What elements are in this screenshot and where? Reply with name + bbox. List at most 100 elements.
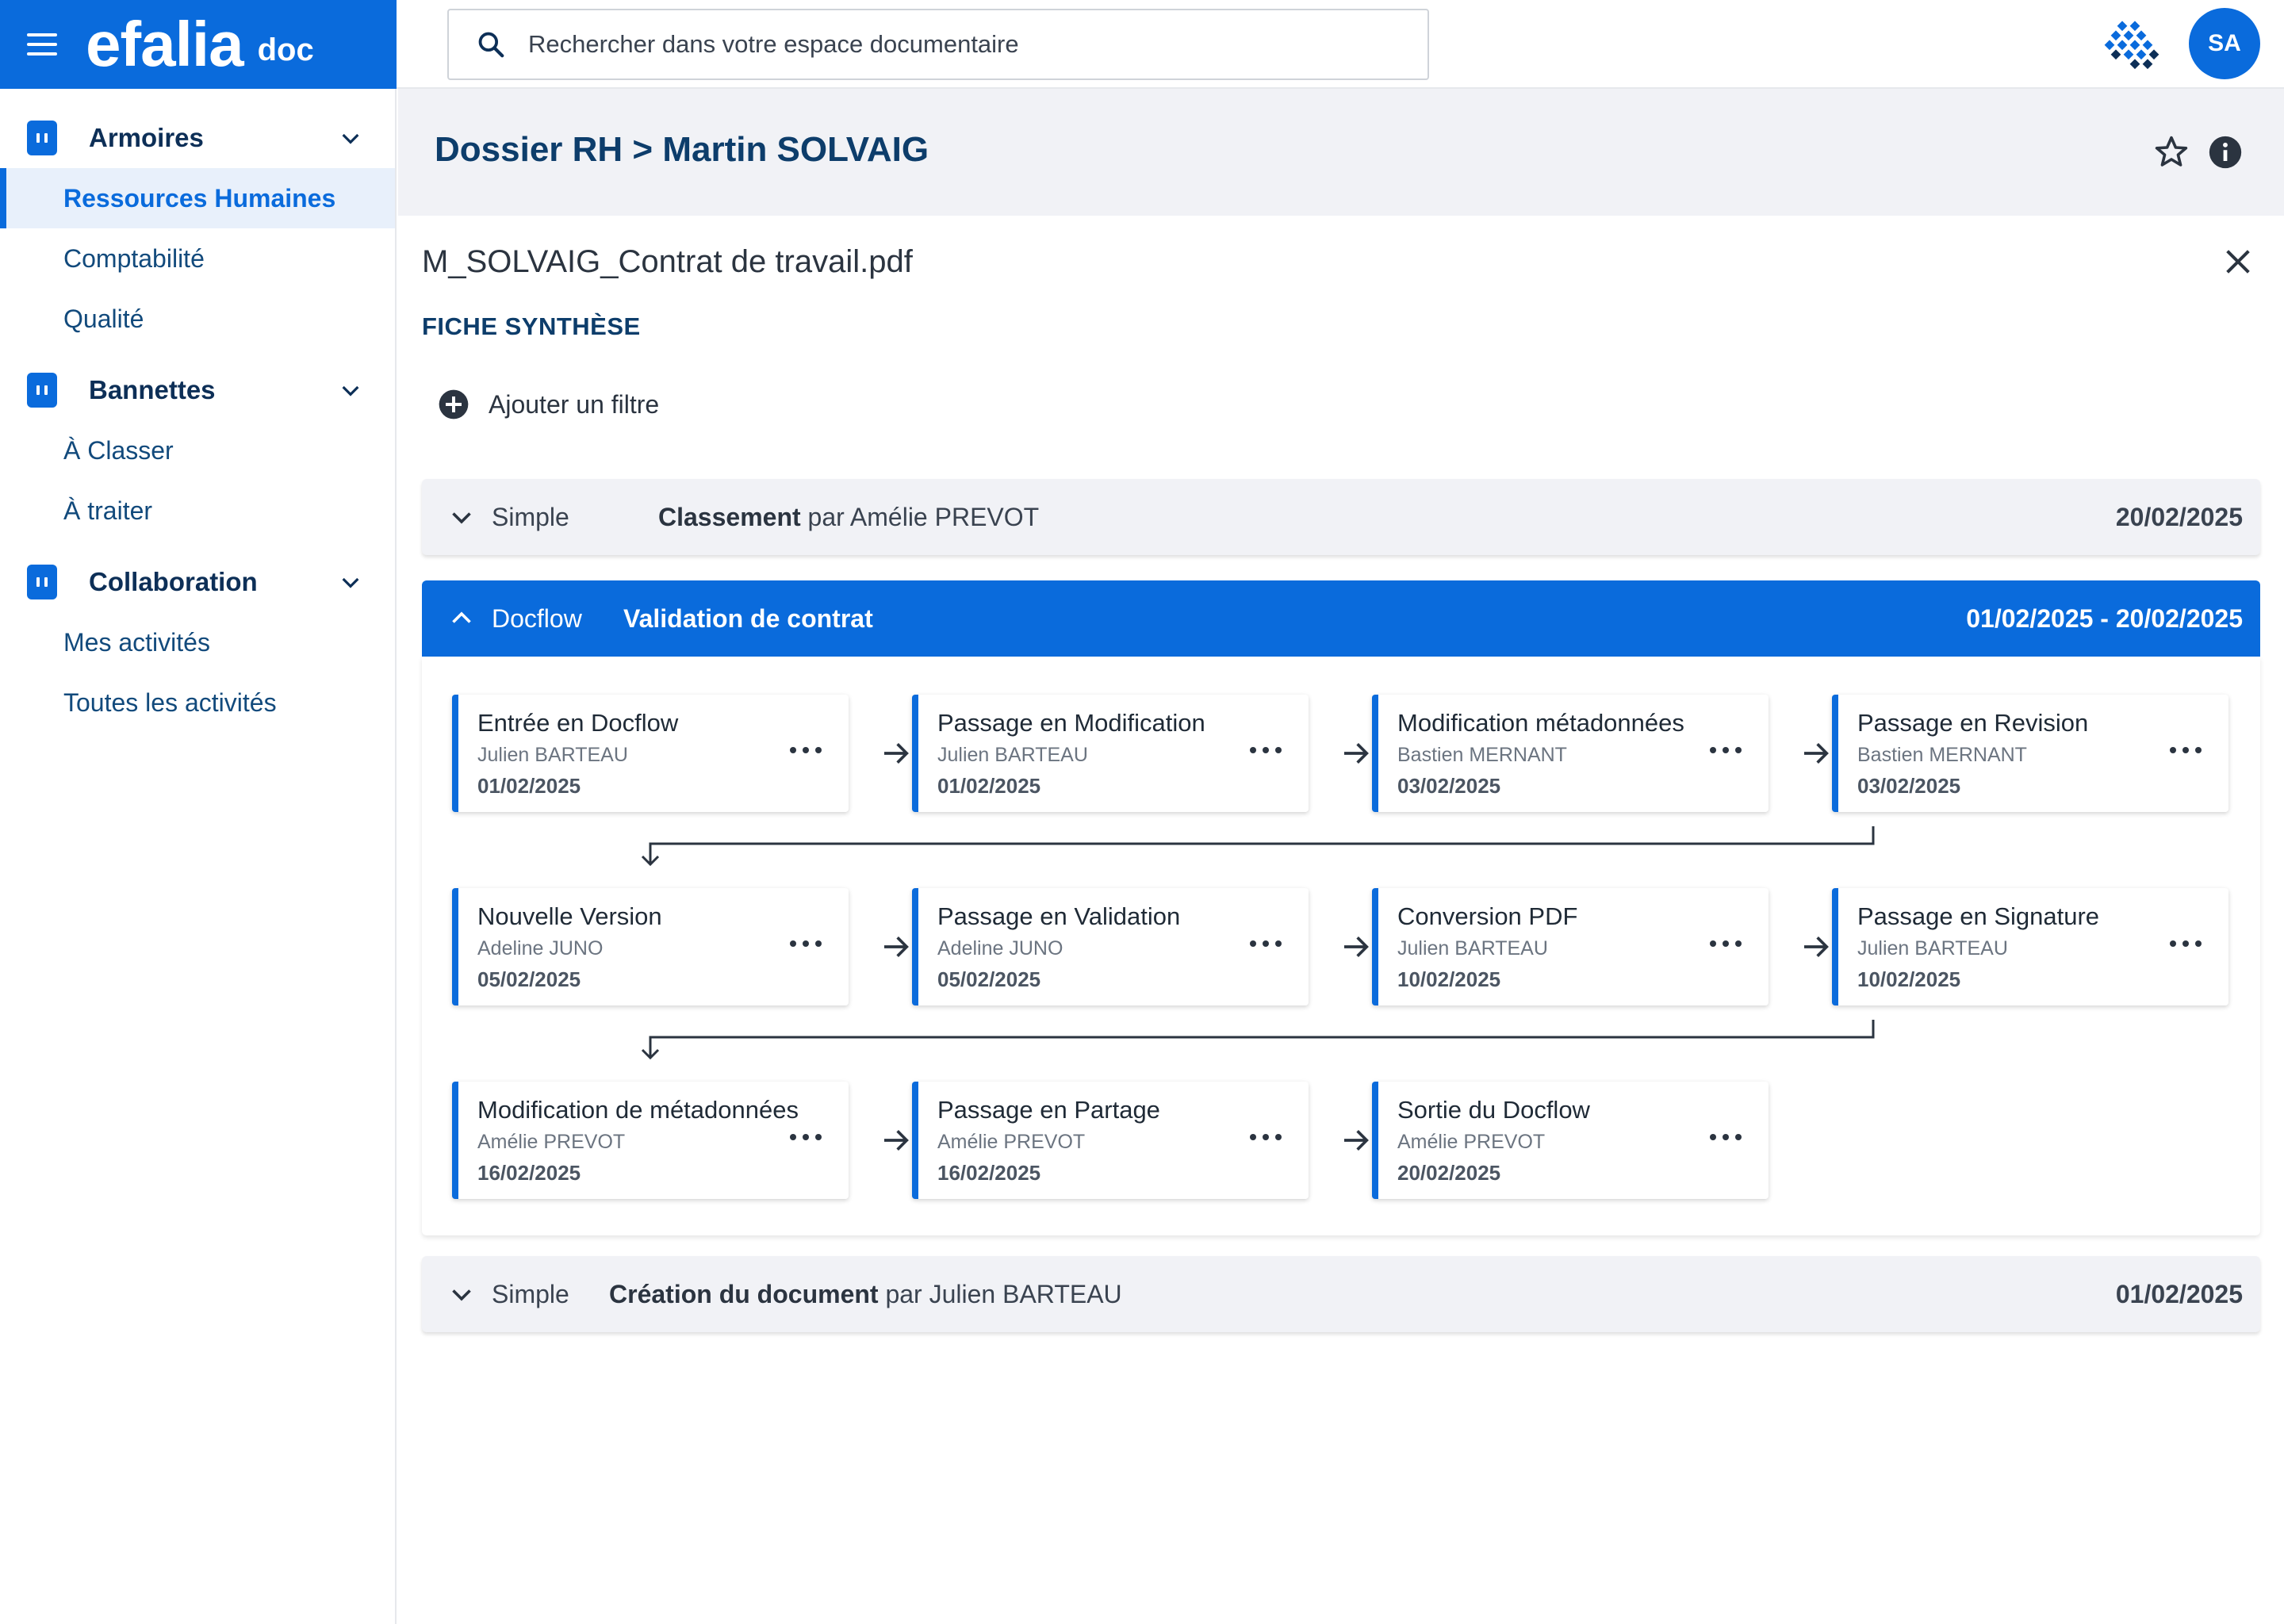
- step-title: Passage en Signature: [1857, 902, 2100, 930]
- more-options-icon[interactable]: [1250, 742, 1282, 758]
- close-icon[interactable]: [2222, 246, 2254, 278]
- more-options-icon[interactable]: [1710, 936, 1742, 952]
- entry-type: Docflow: [492, 603, 582, 633]
- add-filter-label: Ajouter un filtre: [489, 389, 660, 419]
- entry-action: Classement: [658, 502, 801, 531]
- timeline-entry-header[interactable]: Simple Classement par Amélie PREVOT 20/0…: [422, 479, 2260, 555]
- timeline-entry-header[interactable]: Simple Création du document par Julien B…: [422, 1256, 2260, 1332]
- chevron-down-icon[interactable]: [338, 569, 363, 595]
- step-date: 16/02/2025: [477, 1161, 581, 1185]
- step-date: 03/02/2025: [1397, 774, 1501, 798]
- timeline-entry: Simple Classement par Amélie PREVOT 20/0…: [422, 479, 2260, 555]
- page-header: Dossier RH > Martin SOLVAIG: [398, 89, 2284, 216]
- star-icon[interactable]: [2152, 133, 2190, 171]
- sidebar-item-ressources-humaines[interactable]: Ressources Humaines: [0, 168, 395, 228]
- search-icon: [478, 32, 504, 58]
- app-logo-suffix: doc: [257, 32, 314, 67]
- docflow-step-card[interactable]: Conversion PDF Julien BARTEAU 10/02/2025: [1372, 888, 1769, 1005]
- sidebar-item-qualite[interactable]: Qualité: [0, 289, 395, 349]
- more-options-icon[interactable]: [1250, 1129, 1282, 1145]
- entry-date: 20/02/2025: [2115, 502, 2243, 531]
- more-options-icon[interactable]: [1250, 936, 1282, 952]
- entry-description: Classement par Amélie PREVOT: [658, 503, 1039, 532]
- top-bar: SA: [397, 0, 2284, 89]
- sidebar-section-title: Collaboration: [89, 567, 258, 596]
- docflow-step-card[interactable]: Modification de métadonnées Amélie PREVOT…: [452, 1082, 849, 1199]
- docflow-step-card[interactable]: Passage en Partage Amélie PREVOT 16/02/202…: [912, 1082, 1309, 1199]
- timeline-entry-header[interactable]: Docflow Validation de contrat 01/02/2025…: [422, 580, 2260, 657]
- section-title: FICHE SYNTHÈSE: [422, 312, 641, 340]
- docflow-step-card[interactable]: Sortie du Docflow Amélie PREVOT 20/02/2025: [1372, 1082, 1769, 1199]
- search-input[interactable]: [527, 29, 1399, 59]
- breadcrumb[interactable]: Dossier RH > Martin SOLVAIG: [435, 130, 929, 170]
- docflow-step-card[interactable]: Nouvelle Version Adeline JUNO 05/02/2025: [452, 888, 849, 1005]
- step-title: Passage en Validation: [937, 902, 1181, 930]
- docflow-step-card[interactable]: Entrée en Docflow Julien BARTEAU 01/02/202…: [452, 695, 849, 812]
- arrow-right-icon: [884, 1130, 909, 1151]
- step-title: Passage en Revision: [1857, 709, 2089, 737]
- docflow-step-card[interactable]: Passage en Signature Julien BARTEAU 10/02/…: [1832, 888, 2228, 1005]
- step-date: 05/02/2025: [937, 967, 1041, 991]
- step-date: 01/02/2025: [477, 774, 581, 798]
- step-date: 10/02/2025: [1397, 967, 1501, 991]
- add-filter-button[interactable]: Ajouter un filtre: [438, 389, 659, 420]
- arrow-right-icon: [1804, 936, 1829, 957]
- sidebar-item-a-traiter[interactable]: À traiter: [0, 481, 395, 541]
- more-options-icon[interactable]: [1710, 742, 1742, 758]
- sidebar-section-armoires[interactable]: Armoires: [0, 108, 395, 168]
- docflow-step-card[interactable]: Modification métadonnées Bastien MERNANT 0…: [1372, 695, 1769, 812]
- timeline-entry-docflow: Docflow Validation de contrat 01/02/2025…: [422, 580, 2260, 1235]
- sidebar-item-comptabilite[interactable]: Comptabilité: [0, 228, 395, 289]
- timeline-entry: Simple Création du document par Julien B…: [422, 1256, 2260, 1332]
- search-box[interactable]: [447, 9, 1429, 80]
- step-title: Passage en Modification: [937, 709, 1205, 737]
- step-date: 01/02/2025: [937, 774, 1041, 798]
- entry-description: Création du document par Julien BARTEAU: [609, 1280, 1122, 1309]
- docflow-step-card[interactable]: Passage en Validation Adeline JUNO 05/02/2…: [912, 888, 1309, 1005]
- cabinet-icon: [27, 565, 57, 599]
- more-options-icon[interactable]: [790, 742, 822, 758]
- arrow-right-icon: [884, 743, 909, 764]
- step-date: 03/02/2025: [1857, 774, 1961, 798]
- sidebar-section-bannettes[interactable]: Bannettes: [0, 360, 395, 420]
- user-avatar[interactable]: SA: [2189, 8, 2260, 79]
- chevron-down-icon[interactable]: [338, 377, 363, 403]
- more-options-icon[interactable]: [2170, 936, 2202, 952]
- chevron-down-icon[interactable]: [447, 503, 476, 531]
- more-options-icon[interactable]: [790, 936, 822, 952]
- more-options-icon[interactable]: [2170, 742, 2202, 758]
- sidebar-section-title: Bannettes: [89, 375, 216, 404]
- menu-icon[interactable]: [27, 33, 57, 56]
- main-content: Dossier RH > Martin SOLVAIG M_SOLVAIG_Co…: [398, 89, 2284, 1624]
- chevron-up-icon[interactable]: [447, 604, 476, 633]
- docflow-steps: Entrée en Docflow Julien BARTEAU 01/02/202…: [422, 657, 2260, 1235]
- info-icon[interactable]: [2208, 135, 2243, 170]
- step-title: Passage en Partage: [937, 1096, 1160, 1124]
- cabinet-icon: [27, 373, 57, 408]
- more-options-icon[interactable]: [1710, 1129, 1742, 1145]
- add-circle-icon: [439, 389, 469, 419]
- arrow-right-icon: [884, 936, 909, 957]
- step-date: 10/02/2025: [1857, 967, 1961, 991]
- docflow-step-card[interactable]: Passage en Revision Bastien MERNANT 03/02/…: [1832, 695, 2228, 812]
- docflow-step-card[interactable]: Passage en Modification Julien BARTEAU 01/…: [912, 695, 1309, 812]
- partner-logo-icon[interactable]: [2103, 19, 2163, 70]
- more-options-icon[interactable]: [790, 1129, 822, 1145]
- chevron-down-icon[interactable]: [447, 1280, 476, 1308]
- chevron-down-icon[interactable]: [338, 125, 363, 151]
- sidebar-item-toutes-les-activites[interactable]: Toutes les activités: [0, 672, 395, 733]
- cabinet-icon: [27, 121, 57, 155]
- arrow-right-icon: [1344, 1130, 1369, 1151]
- arrow-right-icon: [1344, 743, 1369, 764]
- row-connector: [641, 1020, 1875, 1060]
- app-logo: efalia: [86, 9, 244, 79]
- step-title: Conversion PDF: [1397, 902, 1578, 930]
- step-title: Entrée en Docflow: [477, 709, 679, 737]
- arrow-right-icon: [1344, 936, 1369, 957]
- entry-action: Validation de contrat: [623, 603, 873, 633]
- sidebar-item-a-classer[interactable]: À Classer: [0, 420, 395, 481]
- sidebar-section-collaboration[interactable]: Collaboration: [0, 552, 395, 612]
- entry-type: Simple: [492, 502, 569, 531]
- step-title: Modification métadonnées: [1397, 709, 1684, 737]
- sidebar-item-mes-activites[interactable]: Mes activités: [0, 612, 395, 672]
